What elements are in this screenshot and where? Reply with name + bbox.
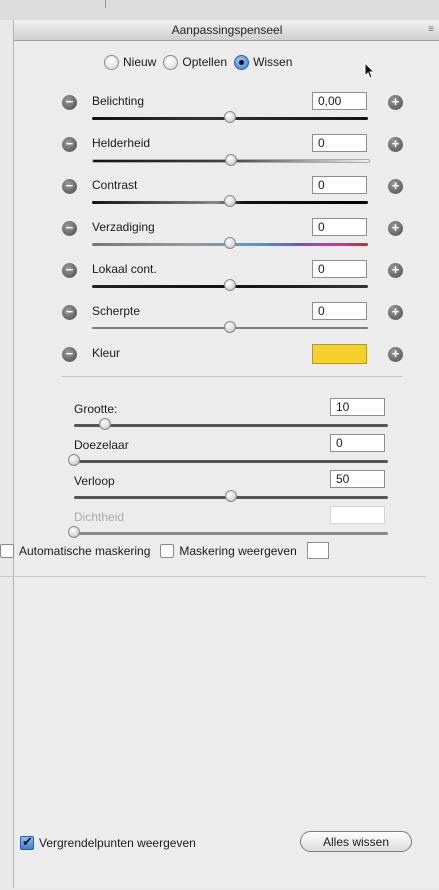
- adjustment-brush-panel: Aanpassingspenseel ≡ Nieuw Optellen Wiss…: [13, 20, 439, 888]
- density-input: [330, 506, 385, 524]
- radio-circle-icon: [163, 54, 179, 70]
- mode-radio-group: Nieuw Optellen Wissen: [104, 52, 299, 72]
- show-mask-label: Maskering weergeven: [179, 543, 297, 558]
- contrast-input[interactable]: 0: [312, 176, 367, 194]
- brightness-slider[interactable]: [92, 154, 370, 166]
- brightness-input[interactable]: 0: [312, 134, 367, 152]
- sharpness-input[interactable]: 0: [312, 302, 367, 320]
- mode-add-label: Optellen: [182, 55, 228, 69]
- checkbox-checked-icon: [20, 834, 34, 850]
- local-contrast-slider[interactable]: [92, 279, 368, 291]
- adjustment-row-local-contrast: − Lokaal cont. 0 +: [62, 254, 403, 296]
- mode-erase-radio[interactable]: Wissen: [234, 54, 293, 70]
- checkbox-icon: [0, 543, 14, 558]
- contrast-slider[interactable]: [92, 195, 368, 207]
- color-label: Kleur: [92, 346, 121, 360]
- decrease-brightness-button[interactable]: −: [62, 137, 77, 152]
- flow-slider[interactable]: [74, 490, 388, 502]
- flow-label: Verloop: [74, 474, 115, 488]
- flow-input[interactable]: 50: [330, 470, 385, 488]
- mode-add-radio[interactable]: Optellen: [163, 54, 228, 70]
- decrease-sharpness-button[interactable]: −: [62, 305, 77, 320]
- panel-menu-icon[interactable]: ≡: [428, 20, 434, 40]
- increase-brightness-button[interactable]: +: [388, 137, 403, 152]
- contrast-label: Contrast: [92, 178, 138, 192]
- adjustment-row-contrast: − Contrast 0 +: [62, 170, 403, 212]
- brightness-label: Helderheid: [92, 136, 151, 150]
- exposure-input[interactable]: 0,00: [312, 92, 367, 110]
- decrease-local-contrast-button[interactable]: −: [62, 263, 77, 278]
- exposure-slider[interactable]: [92, 111, 368, 123]
- top-strip: [0, 0, 439, 20]
- show-mask-checkbox[interactable]: Maskering weergeven: [160, 543, 297, 558]
- increase-color-button[interactable]: +: [388, 347, 403, 362]
- mode-new-radio[interactable]: Nieuw: [104, 54, 157, 70]
- feather-label: Doezelaar: [74, 438, 129, 452]
- radio-selected-icon: [234, 54, 250, 70]
- saturation-label: Verzadiging: [92, 220, 155, 234]
- adjustment-row-sharpness: − Scherpte 0 +: [62, 296, 403, 338]
- size-label: Grootte:: [74, 402, 118, 416]
- mode-erase-label: Wissen: [253, 55, 293, 69]
- exposure-label: Belichting: [92, 94, 145, 108]
- brush-row-feather: Doezelaar 0: [68, 434, 404, 470]
- section-divider: [0, 576, 426, 577]
- local-contrast-label: Lokaal cont.: [92, 262, 157, 276]
- size-input[interactable]: 10: [330, 398, 385, 416]
- section-divider: [62, 376, 402, 377]
- decrease-exposure-button[interactable]: −: [62, 95, 77, 110]
- increase-contrast-button[interactable]: +: [388, 179, 403, 194]
- sharpness-label: Scherpte: [92, 304, 141, 318]
- panel-title: Aanpassingspenseel: [171, 23, 283, 37]
- adjustment-row-brightness: − Helderheid 0 +: [62, 128, 403, 170]
- adjustment-row-saturation: − Verzadiging 0 +: [62, 212, 403, 254]
- sharpness-slider[interactable]: [92, 321, 368, 333]
- adjustment-row-exposure: − Belichting 0,00 +: [62, 86, 403, 128]
- increase-exposure-button[interactable]: +: [388, 95, 403, 110]
- clear-all-button[interactable]: Alles wissen: [300, 831, 412, 852]
- density-label: Dichtheid: [74, 510, 125, 524]
- decrease-contrast-button[interactable]: −: [62, 179, 77, 194]
- decrease-color-button[interactable]: −: [62, 347, 77, 362]
- density-slider: [68, 526, 388, 538]
- size-slider[interactable]: [74, 418, 388, 430]
- feather-input[interactable]: 0: [330, 434, 385, 452]
- checkbox-icon: [160, 543, 175, 558]
- panel-titlebar: Aanpassingspenseel ≡: [14, 20, 439, 41]
- increase-local-contrast-button[interactable]: +: [388, 263, 403, 278]
- show-pins-checkbox[interactable]: Vergrendelpunten weergeven: [20, 834, 196, 850]
- adjustment-row-color: − Kleur +: [62, 338, 403, 380]
- increase-saturation-button[interactable]: +: [388, 221, 403, 236]
- feather-slider[interactable]: [68, 454, 388, 466]
- local-contrast-input[interactable]: 0: [312, 260, 367, 278]
- brush-row-size: Grootte: 10: [74, 398, 404, 434]
- brush-row-flow: Verloop 50: [74, 470, 404, 506]
- color-swatch[interactable]: [312, 344, 367, 364]
- mask-color-field[interactable]: [306, 542, 329, 559]
- ruler-tick: [105, 0, 106, 8]
- show-pins-label: Vergrendelpunten weergeven: [39, 836, 196, 850]
- decrease-saturation-button[interactable]: −: [62, 221, 77, 236]
- mouse-cursor-icon: [364, 62, 376, 79]
- auto-mask-label: Automatische maskering: [19, 543, 151, 558]
- brush-row-density: Dichtheid: [68, 506, 404, 542]
- increase-sharpness-button[interactable]: +: [388, 305, 403, 320]
- mask-options-row: Automatische maskering Maskering weergev…: [0, 542, 329, 559]
- auto-mask-checkbox[interactable]: Automatische maskering: [0, 543, 151, 558]
- mode-new-label: Nieuw: [123, 55, 157, 69]
- radio-circle-icon: [104, 54, 119, 70]
- saturation-slider[interactable]: [92, 237, 368, 249]
- saturation-input[interactable]: 0: [312, 218, 367, 236]
